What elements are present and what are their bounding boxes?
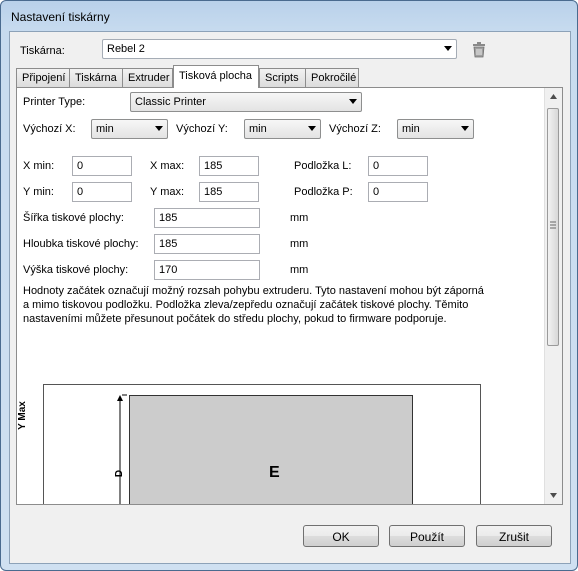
height-label: Výška tiskové plochy: bbox=[23, 264, 129, 276]
width-label: Šířka tiskové plochy: bbox=[23, 212, 124, 224]
home-x-value: min bbox=[96, 123, 114, 135]
chevron-down-icon bbox=[155, 126, 163, 131]
depth-label: Hloubka tiskové plochy: bbox=[23, 238, 139, 250]
xmax-label: X max: bbox=[150, 160, 185, 172]
grip-icon bbox=[550, 221, 556, 229]
printer-settings-window: Nastavení tiskárny Tiskárna: Rebel 2 Při… bbox=[0, 0, 578, 571]
cancel-button[interactable]: Zrušit bbox=[476, 525, 552, 547]
trash-icon[interactable] bbox=[472, 42, 486, 58]
description-text: Hodnoty začátek označují možný rozsah po… bbox=[23, 285, 484, 325]
ymin-input[interactable]: 0 bbox=[72, 182, 132, 202]
printer-select[interactable]: Rebel 2 bbox=[102, 39, 457, 59]
d-label: D bbox=[114, 469, 126, 478]
printer-type-select[interactable]: Classic Printer bbox=[130, 92, 362, 112]
home-y-select[interactable]: min bbox=[244, 119, 321, 139]
xmax-input[interactable]: 185 bbox=[199, 156, 259, 176]
bed-front-input[interactable]: 0 bbox=[368, 182, 428, 202]
tab-scripts[interactable]: Scripts bbox=[259, 68, 306, 87]
chevron-down-icon bbox=[349, 99, 357, 104]
tab-printer[interactable]: Tiskárna bbox=[69, 68, 123, 87]
printer-select-value: Rebel 2 bbox=[107, 43, 145, 55]
chevron-down-icon bbox=[308, 126, 316, 131]
xmin-label: X min: bbox=[23, 160, 55, 172]
dialog-body: Tiskárna: Rebel 2 Připojení Tiskárna Ext… bbox=[9, 31, 571, 564]
xmin-input[interactable]: 0 bbox=[72, 156, 132, 176]
apply-button[interactable]: Použít bbox=[389, 525, 465, 547]
title-bar[interactable]: Nastavení tiskárny bbox=[1, 1, 577, 31]
home-z-select[interactable]: min bbox=[397, 119, 474, 139]
width-unit: mm bbox=[290, 212, 309, 224]
tab-connection[interactable]: Připojení bbox=[16, 68, 70, 87]
home-y-label: Výchozí Y: bbox=[176, 123, 228, 135]
bed-label: E bbox=[269, 464, 280, 481]
window-title: Nastavení tiskárny bbox=[11, 10, 110, 24]
depth-input[interactable]: 185 bbox=[154, 234, 260, 254]
printer-type-value: Classic Printer bbox=[135, 96, 206, 108]
chevron-up-icon bbox=[550, 94, 557, 99]
ymax-label: Y max: bbox=[150, 186, 185, 198]
scroll-down-button[interactable] bbox=[545, 487, 562, 504]
print-bed-area bbox=[129, 395, 413, 504]
depth-unit: mm bbox=[290, 238, 309, 250]
vertical-scrollbar[interactable] bbox=[544, 88, 562, 504]
width-input[interactable]: 185 bbox=[154, 208, 260, 228]
home-x-label: Výchozí X: bbox=[23, 123, 76, 135]
scrollbar-thumb[interactable] bbox=[547, 108, 559, 346]
ymin-label: Y min: bbox=[23, 186, 54, 198]
home-z-value: min bbox=[402, 123, 420, 135]
home-z-label: Výchozí Z: bbox=[329, 123, 381, 135]
height-input[interactable]: 170 bbox=[154, 260, 260, 280]
ymax-input[interactable]: 185 bbox=[199, 182, 259, 202]
chevron-down-icon bbox=[444, 46, 452, 51]
home-x-select[interactable]: min bbox=[91, 119, 168, 139]
printer-type-label: Printer Type: bbox=[23, 96, 86, 108]
bed-left-input[interactable]: 0 bbox=[368, 156, 428, 176]
chevron-down-icon bbox=[461, 126, 469, 131]
print-bed-panel: Printer Type: Classic Printer Výchozí X:… bbox=[16, 87, 563, 505]
tab-advanced[interactable]: Pokročilé bbox=[305, 68, 359, 87]
bed-front-label: Podložka P: bbox=[294, 186, 353, 198]
chevron-down-icon bbox=[550, 493, 557, 498]
printer-label: Tiskárna: bbox=[20, 45, 65, 57]
home-y-value: min bbox=[249, 123, 267, 135]
depth-dimension-line bbox=[117, 394, 127, 504]
ok-button[interactable]: OK bbox=[303, 525, 379, 547]
tab-print-bed[interactable]: Tisková plocha bbox=[173, 65, 259, 88]
bed-left-label: Podložka L: bbox=[294, 160, 352, 172]
scroll-up-button[interactable] bbox=[545, 88, 562, 105]
tab-extruder[interactable]: Extruder bbox=[122, 68, 173, 87]
y-max-label: Y Max bbox=[16, 401, 28, 430]
height-unit: mm bbox=[290, 264, 309, 276]
